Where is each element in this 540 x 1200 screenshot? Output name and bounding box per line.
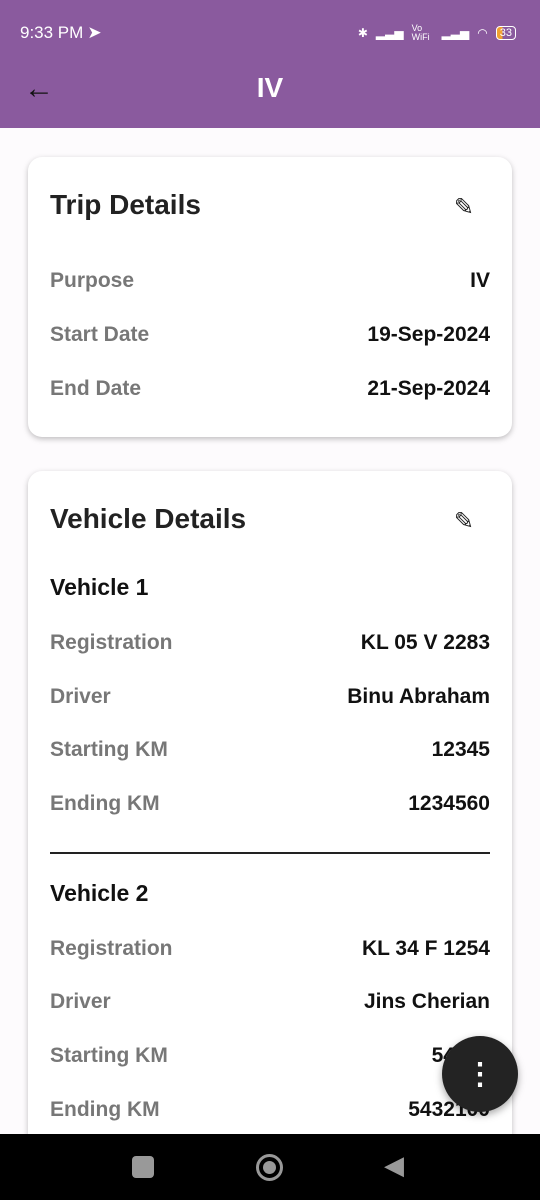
back-nav-icon[interactable]: ◀	[384, 1150, 404, 1181]
row-value: 21-Sep-2024	[367, 377, 490, 400]
recents-icon[interactable]	[132, 1156, 154, 1178]
more-options-button[interactable]: ⋮	[442, 1036, 518, 1112]
vehicle-row: Registration KL 05 V 2283	[50, 631, 490, 655]
page-title: IV	[256, 72, 284, 103]
vehicle-row: Starting KM 12345	[50, 738, 490, 762]
row-label: Registration	[50, 631, 173, 654]
row-value: IV	[470, 269, 490, 292]
row-label: Starting KM	[50, 738, 168, 761]
vehicle-1-title: Vehicle 1	[50, 574, 149, 600]
row-label: Ending KM	[50, 792, 160, 815]
vehicle-row: Ending KM 1234560	[50, 792, 490, 816]
trip-details-card: Trip Details ✎ Purpose IV Start Date 19-Se…	[28, 157, 512, 437]
row-value: Binu Abraham	[347, 685, 490, 708]
home-icon[interactable]	[256, 1154, 283, 1181]
trip-details-title: Trip Details	[50, 189, 201, 220]
row-value: Jins Cherian	[363, 990, 490, 1013]
bluetooth-icon: ✱	[357, 26, 368, 40]
row-label: Start Date	[50, 323, 150, 346]
divider	[50, 852, 490, 854]
telegram-icon: ➤	[87, 23, 102, 42]
status-bar: 9:33 PM ➤ ✱ ▂▃▅ Vo WiFi ▂▃▅ ◠ 33	[20, 20, 516, 46]
vehicle-details-title: Vehicle Details	[50, 503, 247, 534]
vehicle-row: Driver Binu Abraham	[50, 685, 490, 709]
row-label: Starting KM	[50, 1044, 168, 1067]
edit-vehicles-icon[interactable]: ✎	[454, 507, 474, 536]
vowifi-label: Vo WiFi	[411, 23, 430, 42]
signal-icon-2: ▂▃▅	[441, 26, 470, 40]
row-value: KL 34 F 1254	[361, 937, 490, 960]
vehicle-2-title: Vehicle 2	[50, 880, 149, 906]
signal-icon: ▂▃▅	[375, 26, 404, 40]
row-label: Driver	[50, 990, 111, 1013]
more-vert-icon: ⋮	[465, 1057, 495, 1091]
row-value: KL 05 V 2283	[360, 631, 490, 654]
app-header: 9:33 PM ➤ ✱ ▂▃▅ Vo WiFi ▂▃▅ ◠ 33 ← IV	[0, 0, 540, 128]
trip-row-start-date: Start Date 19-Sep-2024	[50, 323, 490, 347]
row-value: 19-Sep-2024	[367, 323, 490, 346]
row-value: 12345	[431, 738, 490, 761]
vehicle-details-card: Vehicle Details ✎ Vehicle 1 Registration…	[28, 471, 512, 1191]
system-nav-bar: ◀	[0, 1134, 540, 1200]
trip-row-purpose: Purpose IV	[50, 269, 490, 293]
row-value: 1234560	[408, 792, 490, 815]
trip-row-end-date: End Date 21-Sep-2024	[50, 377, 490, 401]
row-label: Driver	[50, 685, 111, 708]
vehicle-row: Ending KM 5432100	[50, 1098, 490, 1122]
vehicle-row: Registration KL 34 F 1254	[50, 937, 490, 961]
battery-icon: 33	[495, 26, 516, 40]
row-label: Registration	[50, 937, 173, 960]
row-label: Purpose	[50, 269, 135, 292]
row-label: Ending KM	[50, 1098, 160, 1121]
status-time: 9:33 PM	[20, 23, 84, 42]
vehicle-row: Starting KM54321	[50, 1044, 490, 1068]
wifi-icon: ◠	[477, 26, 488, 40]
row-label: End Date	[50, 377, 142, 400]
edit-trip-icon[interactable]: ✎	[454, 193, 474, 222]
vehicle-row: Driver Jins Cherian	[50, 990, 490, 1014]
